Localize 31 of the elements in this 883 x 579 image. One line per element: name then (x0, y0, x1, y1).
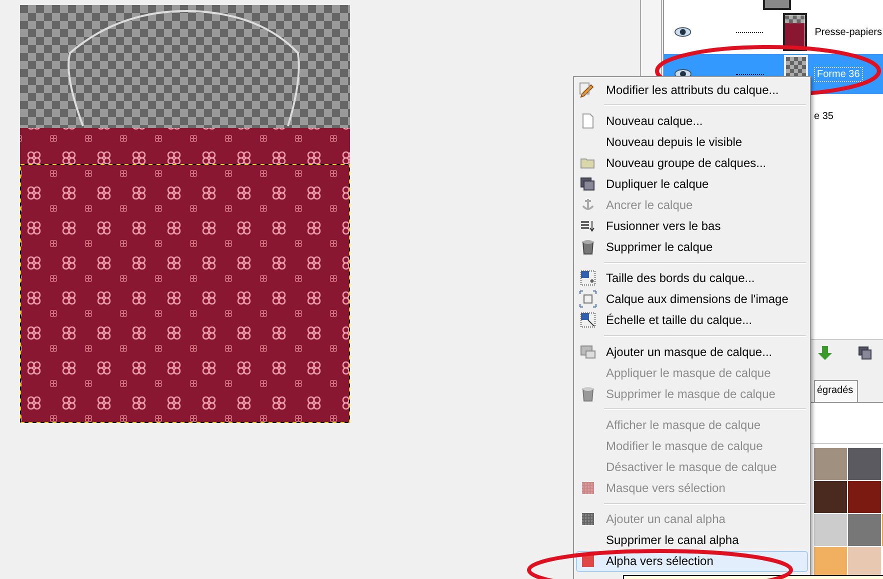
menu-item-icon (579, 342, 597, 361)
duplicate-icon[interactable] (858, 346, 872, 360)
pattern-swatch[interactable] (814, 448, 847, 480)
pattern-swatch[interactable] (814, 481, 847, 513)
menu-item[interactable]: Nouveau calque... (576, 110, 808, 132)
menu-item[interactable]: Supprimer le canal alpha (576, 530, 808, 551)
pattern-swatch[interactable] (814, 514, 847, 546)
eye-icon[interactable] (674, 26, 692, 38)
menu-item[interactable]: Dupliquer le calque (576, 173, 808, 194)
menu-item[interactable]: Nouveau depuis le visible (576, 131, 808, 152)
arrow-down-icon[interactable] (818, 346, 832, 360)
layer-name[interactable]: Presse-papiers (812, 26, 883, 38)
menu-item[interactable]: Nouveau groupe de calques... (576, 152, 808, 174)
menu-item[interactable]: Taille des bords du calque... (576, 268, 808, 289)
menu-item-icon (579, 174, 597, 193)
pattern-swatch[interactable] (848, 481, 881, 513)
menu-item-icon (579, 311, 597, 330)
layer-name[interactable]: e 35 (814, 110, 834, 122)
menu-item[interactable]: Ajouter un masque de calque... (576, 341, 808, 362)
menu-item[interactable]: Fusionner vers le bas (576, 216, 808, 237)
layer-thumbnail (783, 13, 807, 51)
menu-item[interactable]: Supprimer le calque (576, 236, 808, 258)
menu-item[interactable]: Échelle et taille du calque... (576, 310, 808, 332)
menu-item-icon (579, 269, 597, 288)
pattern-swatch[interactable] (848, 514, 881, 546)
layer-thumbnail (763, 0, 791, 10)
menu-item[interactable]: Calque aux dimensions de l'image (576, 288, 808, 310)
tab[interactable]: égradés (814, 380, 858, 402)
layer-row[interactable]: Presse-papiers (664, 12, 883, 52)
menu-item-icon (579, 290, 597, 308)
pattern-swatch[interactable] (848, 448, 881, 480)
